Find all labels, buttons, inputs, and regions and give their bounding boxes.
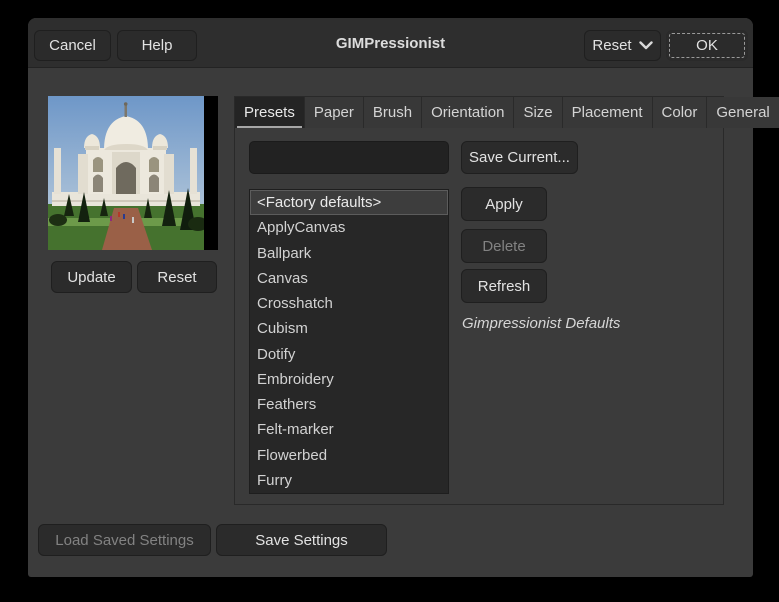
settings-notebook: Presets Paper Brush Orientation Size Placemen… [234, 96, 779, 505]
tab-paper[interactable]: Paper [304, 97, 364, 128]
update-button[interactable]: Update [51, 261, 132, 293]
preset-list-item[interactable]: Cubism [250, 316, 448, 341]
preset-list-item[interactable]: Furry [250, 468, 448, 493]
save-settings-button[interactable]: Save Settings [216, 524, 387, 556]
cancel-button[interactable]: Cancel [34, 30, 111, 61]
tab-presets[interactable]: Presets [235, 97, 305, 128]
ok-button[interactable]: OK [666, 30, 748, 61]
dialog-header: GIMPressionist Cancel Help Reset OK [28, 18, 753, 68]
tab-color[interactable]: Color [652, 97, 708, 128]
load-saved-settings-button: Load Saved Settings [38, 524, 211, 556]
preset-list-item[interactable]: ApplyCanvas [250, 215, 448, 240]
preset-list-item[interactable]: Canvas [250, 266, 448, 291]
preset-list-item[interactable]: Embroidery [250, 367, 448, 392]
tab-strip: Presets Paper Brush Orientation Size Placemen… [235, 97, 779, 128]
tab-size[interactable]: Size [514, 97, 563, 128]
preset-list-item[interactable]: Felt-marker [250, 417, 448, 442]
tab-general[interactable]: General [707, 97, 779, 128]
tab-placement[interactable]: Placement [562, 97, 653, 128]
delete-button: Delete [461, 229, 547, 263]
preset-list[interactable]: <Factory defaults> ApplyCanvas Ballpark Can… [249, 189, 449, 494]
preset-list-item[interactable]: <Factory defaults> [250, 190, 448, 216]
preset-list-item[interactable]: Flowerbed [250, 443, 448, 468]
screen: GIMPressionist Cancel Help Reset OK Upda… [0, 0, 779, 602]
preset-list-item[interactable]: Dotify [250, 342, 448, 367]
preview-reset-button[interactable]: Reset [137, 261, 217, 293]
tab-brush[interactable]: Brush [363, 97, 423, 128]
reset-menu-label: Reset [592, 37, 632, 54]
preset-list-item[interactable]: Feathers [250, 392, 448, 417]
preset-list-item[interactable]: Crosshatch [250, 291, 448, 316]
help-button[interactable]: Help [117, 30, 197, 61]
chevron-down-icon [638, 41, 653, 50]
preset-name-input[interactable] [249, 141, 449, 174]
gimpressionist-dialog: GIMPressionist Cancel Help Reset OK Upda… [28, 18, 779, 577]
preview-image [48, 96, 218, 250]
reset-menu-button[interactable]: Reset [584, 30, 661, 61]
apply-button[interactable]: Apply [461, 187, 547, 221]
refresh-button[interactable]: Refresh [461, 269, 547, 303]
save-current-button[interactable]: Save Current... [461, 141, 578, 174]
preset-description: Gimpressionist Defaults [462, 315, 621, 332]
tab-orientation[interactable]: Orientation [422, 97, 515, 128]
preset-list-item[interactable]: Ballpark [250, 241, 448, 266]
